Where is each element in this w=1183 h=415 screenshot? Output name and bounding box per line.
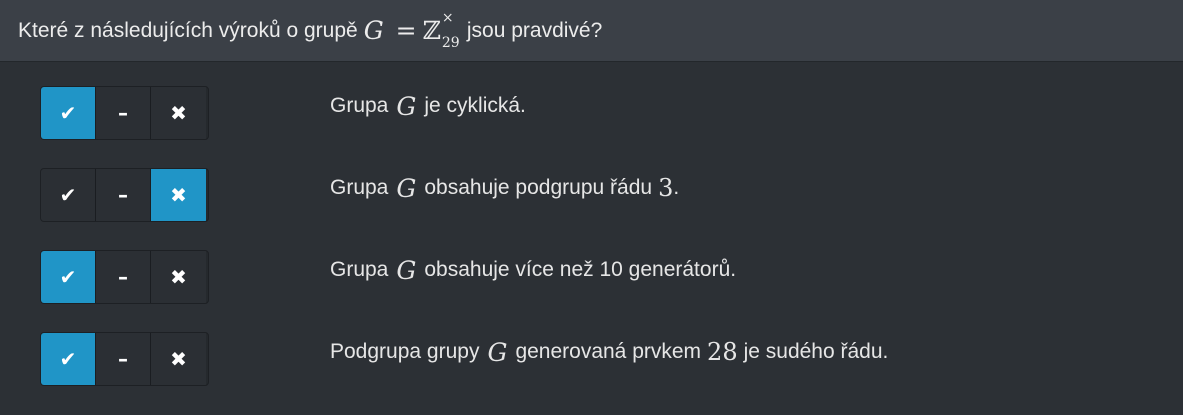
dash-icon: – [118,347,128,371]
statement-number: 3 [658,174,674,202]
statement-after: obsahuje podgrupu řádu [424,176,653,199]
statement-symbol: G [396,91,417,121]
question-header: Které z následujících výroků o grupě G =… [0,0,1183,62]
statement-before: Podgrupa grupy [330,340,480,363]
dash-icon: – [118,101,128,125]
neutral-button[interactable]: – [96,333,151,385]
true-button[interactable]: ✔ [41,169,96,221]
dash-icon: – [118,183,128,207]
statement-row-3: ✔ – ✖ Grupa G obsahuje více než 10 gener… [40,250,1140,304]
statement-row-2: ✔ – ✖ Grupa G obsahuje podgrupu řádu 3. [40,168,1140,222]
statement-symbol: G [396,173,417,203]
true-button[interactable]: ✔ [41,87,96,139]
true-button[interactable]: ✔ [41,251,96,303]
statement-text-4: Podgrupa grupy G generovaná prvkem 28 je… [330,332,888,372]
set-superscript: × [441,10,454,26]
dash-icon: – [118,265,128,289]
statement-before: Grupa [330,176,389,199]
false-button[interactable]: ✖ [151,251,206,303]
statement-text-1: Grupa G je cyklická. [330,86,526,126]
answer-toggle-group-4: ✔ – ✖ [40,332,209,386]
check-icon: ✔ [59,265,77,289]
false-button[interactable]: ✖ [151,333,206,385]
neutral-button[interactable]: – [96,87,151,139]
cross-icon: ✖ [170,183,187,207]
statement-symbol: G [396,255,417,285]
statement-number: 28 [707,338,738,366]
equals-sign: = [395,16,417,45]
statement-tail: je sudého řádu. [743,340,889,363]
question-prefix: Které z následujících výroků o grupě [18,18,358,42]
neutral-button[interactable]: – [96,251,151,303]
answer-toggle-group-1: ✔ – ✖ [40,86,209,140]
check-icon: ✔ [59,183,77,207]
true-button[interactable]: ✔ [41,333,96,385]
statement-row-1: ✔ – ✖ Grupa G je cyklická. [40,86,1140,140]
set-symbol: ℤ [422,16,441,45]
check-icon: ✔ [59,101,77,125]
statement-text-3: Grupa G obsahuje více než 10 generátorů. [330,250,736,290]
group-definition: ℤ × 29 [422,10,460,51]
false-button[interactable]: ✖ [151,87,206,139]
statement-row-4: ✔ – ✖ Podgrupa grupy G generovaná prvkem… [40,332,1140,386]
question-suffix: jsou pravdivé? [466,18,603,42]
answer-toggle-group-3: ✔ – ✖ [40,250,209,304]
statement-tail: . [673,176,680,199]
statement-before: Grupa [330,94,389,117]
cross-icon: ✖ [170,101,187,125]
neutral-button[interactable]: – [96,169,151,221]
cross-icon: ✖ [170,347,187,371]
statement-text-2: Grupa G obsahuje podgrupu řádu 3. [330,168,679,208]
check-icon: ✔ [59,347,77,371]
group-symbol: G [363,16,384,45]
statement-symbol: G [487,337,508,367]
statement-after: generovaná prvkem [515,340,702,363]
statement-after: je cyklická. [424,94,526,117]
set-subscript: 29 [441,35,460,51]
statement-before: Grupa [330,258,389,281]
statement-after: obsahuje více než 10 generátorů. [424,258,737,281]
cross-icon: ✖ [170,265,187,289]
answer-toggle-group-2: ✔ – ✖ [40,168,209,222]
false-button[interactable]: ✖ [151,169,206,221]
